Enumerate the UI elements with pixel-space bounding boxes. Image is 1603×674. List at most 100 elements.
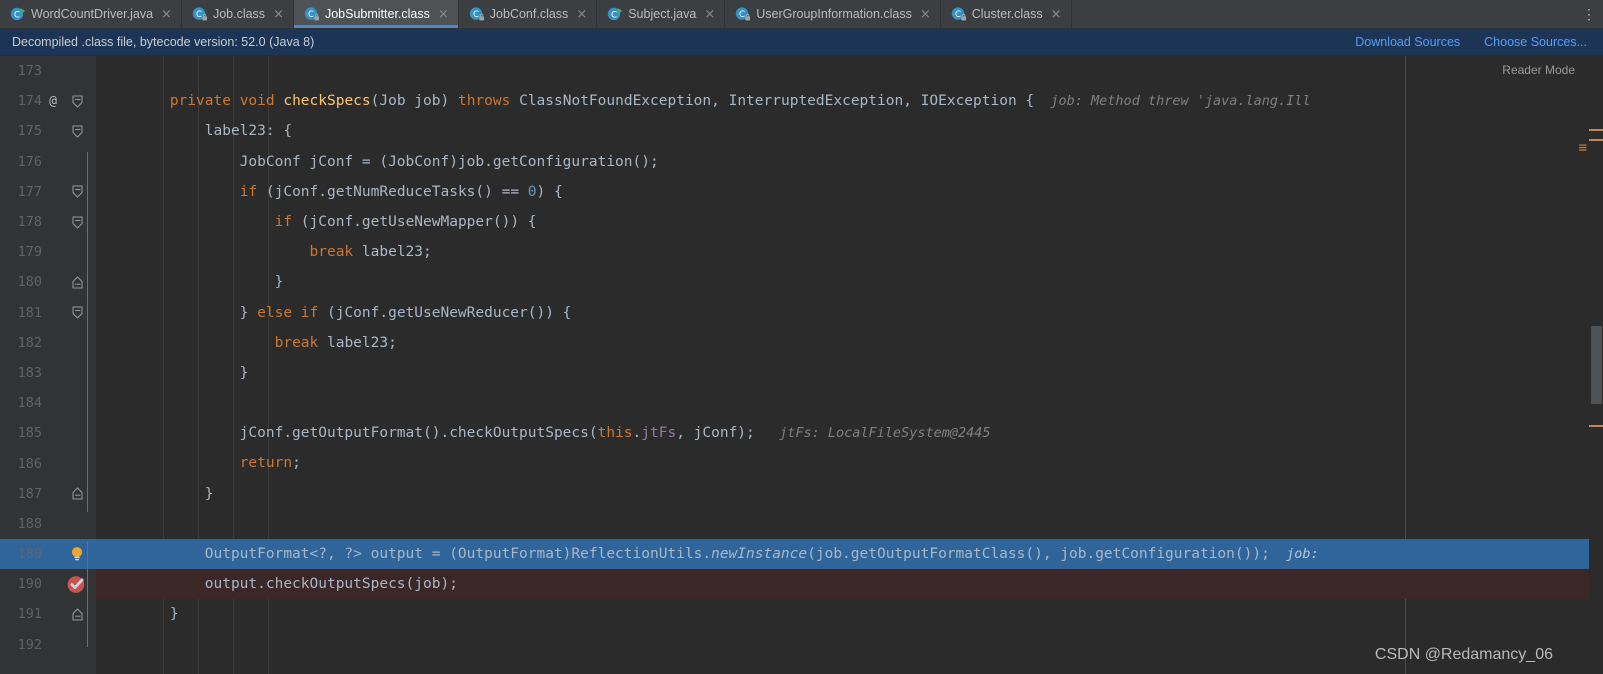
gutter-row[interactable]: 179 — [0, 237, 96, 267]
gutter-row[interactable]: 173 — [0, 56, 96, 86]
tab-close-icon[interactable]: × — [576, 8, 587, 21]
fold-collapse-icon[interactable] — [72, 95, 83, 108]
download-sources-link[interactable]: Download Sources — [1355, 35, 1460, 49]
tab-label: Job.class — [212, 7, 266, 21]
gutter-row[interactable]: 191 — [0, 599, 96, 629]
stripe-warning-marker[interactable] — [1589, 425, 1603, 427]
fold-expand-icon[interactable] — [72, 276, 83, 289]
editor-tab-subject-java[interactable]: C Subject.java × — [597, 0, 726, 28]
code-line[interactable] — [96, 56, 1603, 86]
line-number: 173 — [17, 63, 42, 80]
fold-expand-icon[interactable] — [72, 608, 83, 621]
tab-close-icon[interactable]: × — [920, 8, 931, 21]
code-line[interactable]: return; — [96, 448, 1603, 478]
editor-tab-jobconf-class[interactable]: C JobConf.class × — [459, 0, 598, 28]
code-line[interactable]: } — [96, 479, 1603, 509]
editor-tab-wordcountdriver-java[interactable]: C WordCountDriver.java × — [0, 0, 182, 28]
stripe-warning-marker[interactable] — [1589, 139, 1603, 141]
fold-connector-line — [87, 542, 88, 647]
compiled-class-icon: C — [736, 7, 751, 21]
code-line[interactable]: if (jConf.getUseNewMapper()) { — [96, 207, 1603, 237]
gutter-row[interactable]: 180 — [0, 267, 96, 297]
code-line[interactable]: break label23; — [96, 328, 1603, 358]
tab-bar-spacer — [1072, 0, 1575, 28]
gutter-row[interactable]: 190 — [0, 569, 96, 600]
tab-overflow-menu-icon[interactable]: ⋮ — [1575, 0, 1603, 28]
fold-collapse-icon[interactable] — [72, 125, 83, 138]
intention-bulb-icon[interactable] — [68, 545, 86, 563]
gutter-row[interactable]: 192 — [0, 630, 96, 660]
fold-expand-icon[interactable] — [72, 487, 83, 500]
stripe-warning-marker[interactable] — [1589, 129, 1603, 131]
breakpoint-verified-icon[interactable] — [66, 573, 88, 595]
compiled-class-icon: C — [951, 7, 966, 21]
fold-collapse-icon[interactable] — [72, 216, 83, 229]
tab-label: UserGroupInformation.class — [756, 7, 912, 21]
gutter-row[interactable]: 187 — [0, 479, 96, 509]
reader-mode-toggle[interactable]: Reader Mode — [1488, 56, 1589, 83]
editor-tab-jobsubmitter-class[interactable]: C JobSubmitter.class × — [293, 0, 459, 28]
line-number: 178 — [17, 214, 42, 231]
line-number: 176 — [17, 153, 42, 170]
editor-marker-stripe[interactable] — [1589, 56, 1603, 674]
fold-region-toggle[interactable] — [64, 95, 90, 108]
gutter-row[interactable]: 176 — [0, 147, 96, 177]
code-line[interactable]: JobConf jConf = (JobConf)job.getConfigur… — [96, 147, 1603, 177]
gutter-row[interactable]: 174 @ — [0, 86, 96, 116]
gutter-row[interactable]: 181 — [0, 298, 96, 328]
fold-collapse-icon[interactable] — [72, 185, 83, 199]
svg-text:C: C — [14, 11, 20, 21]
gutter-row[interactable]: 177 — [0, 177, 96, 207]
code-line[interactable]: } — [96, 599, 1603, 629]
code-line[interactable] — [96, 509, 1603, 539]
code-line[interactable]: } — [96, 358, 1603, 388]
code-line[interactable]: jConf.getOutputFormat().checkOutputSpecs… — [96, 418, 1603, 448]
svg-text:C: C — [473, 10, 479, 20]
vertical-scrollbar-thumb[interactable] — [1591, 326, 1602, 404]
code-line[interactable]: if (jConf.getNumReduceTasks() == 0) { — [96, 177, 1603, 207]
tab-close-icon[interactable]: × — [161, 8, 172, 21]
line-number: 190 — [17, 576, 42, 593]
gutter-row[interactable]: 178 — [0, 207, 96, 237]
editor-tab-cluster-class[interactable]: C Cluster.class × — [941, 0, 1072, 28]
svg-text:C: C — [611, 11, 617, 21]
tab-label: Cluster.class — [971, 7, 1043, 21]
gutter-row[interactable]: 188 — [0, 509, 96, 539]
java-class-runnable-icon: C — [10, 7, 26, 21]
tab-close-icon[interactable]: × — [1051, 8, 1062, 21]
gutter-row[interactable]: 183 — [0, 358, 96, 388]
gutter-row[interactable]: 184 — [0, 388, 96, 418]
code-content[interactable]: private void checkSpecs(Job job) throws … — [96, 56, 1603, 674]
gutter-row[interactable]: 182 — [0, 328, 96, 358]
code-line[interactable]: } — [96, 267, 1603, 297]
tab-close-icon[interactable]: × — [273, 8, 284, 21]
editor-tab-usergroupinformation-class[interactable]: C UserGroupInformation.class × — [725, 0, 941, 28]
code-line[interactable] — [96, 388, 1603, 418]
fold-collapse-icon[interactable] — [72, 306, 83, 319]
compiled-class-icon: C — [304, 7, 319, 21]
annotation-marker: @ — [49, 93, 57, 109]
gutter-row[interactable]: 186 — [0, 448, 96, 478]
gutter-row[interactable]: 189 — [0, 539, 96, 570]
code-line[interactable]: private void checkSpecs(Job job) throws … — [96, 86, 1603, 116]
code-editor[interactable]: 173 174 @ 175 176 177 178 179 180 181 182 183… — [0, 56, 1603, 674]
line-number: 189 — [17, 546, 42, 563]
fold-region-toggle[interactable] — [64, 125, 90, 138]
line-number: 191 — [17, 606, 42, 623]
tab-close-icon[interactable]: × — [438, 8, 449, 21]
editor-gutter[interactable]: 173 174 @ 175 176 177 178 179 180 181 182 183… — [0, 56, 96, 674]
gutter-row[interactable]: 185 — [0, 418, 96, 448]
code-line[interactable]: label23: { — [96, 116, 1603, 146]
tab-close-icon[interactable]: × — [704, 8, 715, 21]
code-line[interactable]: break label23; — [96, 237, 1603, 267]
line-number: 192 — [17, 636, 42, 653]
code-line[interactable] — [96, 630, 1603, 660]
code-line[interactable]: output.checkOutputSpecs(job); — [96, 569, 1603, 600]
svg-text:C: C — [308, 10, 314, 20]
editor-tab-job-class[interactable]: C Job.class × — [182, 0, 294, 28]
choose-sources-link[interactable]: Choose Sources... — [1484, 35, 1587, 49]
line-number: 180 — [17, 274, 42, 291]
code-line[interactable]: } else if (jConf.getUseNewReducer()) { — [96, 298, 1603, 328]
code-line[interactable]: OutputFormat<?, ?> output = (OutputForma… — [96, 539, 1603, 570]
gutter-row[interactable]: 175 — [0, 116, 96, 146]
